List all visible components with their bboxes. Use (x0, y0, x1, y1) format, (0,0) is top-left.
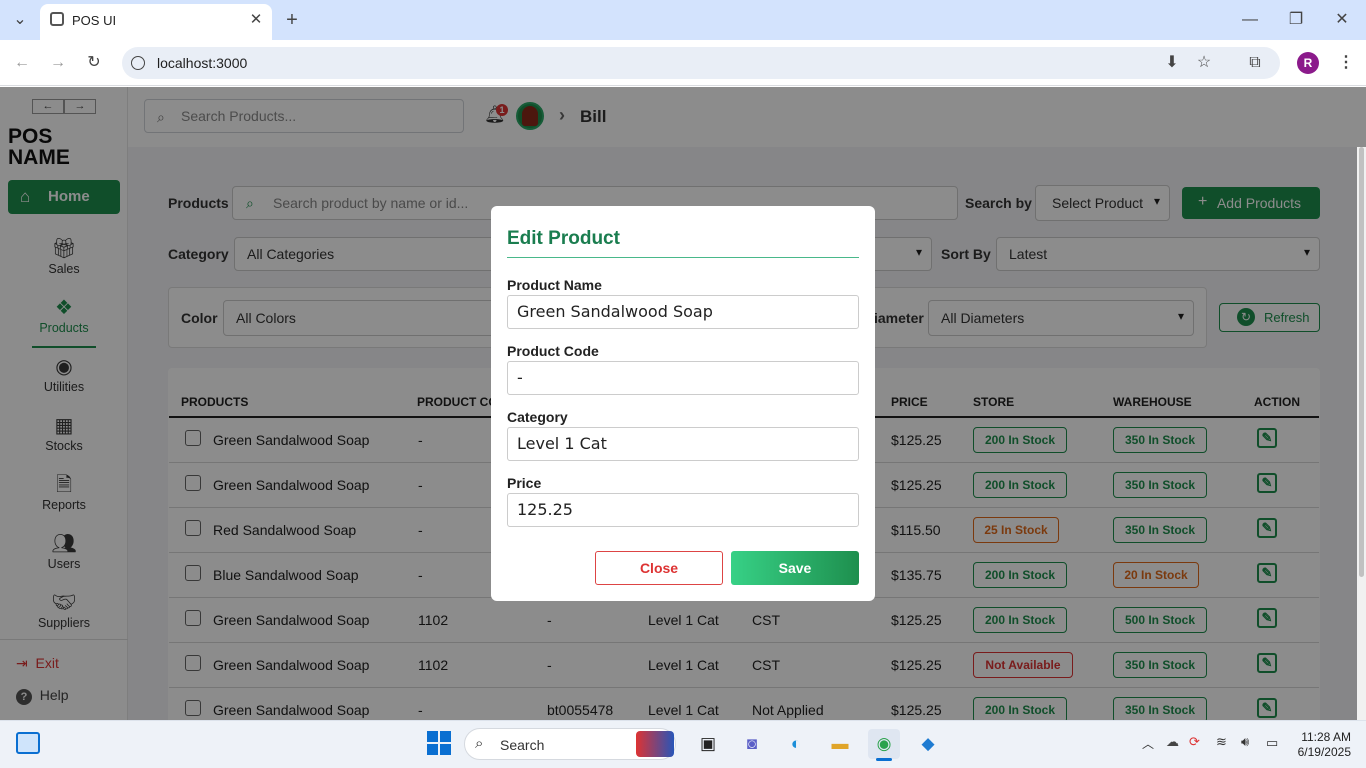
price-input[interactable]: 125.25 (507, 493, 859, 527)
profile-avatar[interactable]: R (1297, 52, 1319, 74)
battery-icon[interactable]: ▭ (1266, 735, 1278, 751)
clock-time: 11:28 AM (1301, 730, 1351, 744)
category-input[interactable]: Level 1 Cat (507, 427, 859, 461)
windows-start-icon[interactable] (427, 731, 451, 755)
modal-title: Edit Product (507, 228, 620, 249)
tab-favicon-icon (50, 12, 64, 26)
install-app-icon[interactable]: ⬇ (1160, 51, 1184, 75)
url-text[interactable]: localhost:3000 (157, 55, 247, 71)
product-name-input[interactable]: Green Sandalwood Soap (507, 295, 859, 329)
product-name-label: Product Name (507, 277, 602, 293)
modal-title-divider (507, 257, 859, 258)
chrome-active-indicator (876, 758, 892, 761)
back-icon[interactable]: ← (10, 51, 34, 75)
scrollbar-thumb[interactable] (1359, 147, 1364, 577)
taskbar-search-icon: ⌕ (475, 735, 484, 752)
widgets-icon[interactable] (16, 732, 40, 754)
tab-search-chevron-icon[interactable]: ⌄ (8, 8, 32, 32)
omnibox[interactable] (122, 47, 1280, 79)
volume-icon[interactable]: 🔊︎ (1241, 734, 1249, 750)
chrome-icon[interactable]: ◉ (868, 729, 900, 759)
search-highlight-icon[interactable] (636, 731, 674, 757)
teams-icon[interactable]: ◙ (736, 729, 768, 759)
clock-date: 6/19/2025 (1297, 745, 1351, 759)
edge-icon[interactable]: ◐ (780, 729, 812, 759)
close-button[interactable]: Close (595, 551, 723, 585)
vscode-icon[interactable]: ◆ (912, 729, 944, 759)
site-info-icon[interactable] (131, 56, 145, 70)
extensions-icon[interactable]: ⧉ (1243, 51, 1267, 75)
edit-product-modal: Edit Product Product Name Green Sandalwo… (491, 206, 875, 601)
product-code-input[interactable]: - (507, 361, 859, 395)
onedrive-icon[interactable]: ☁ (1166, 734, 1179, 750)
windows-taskbar (0, 720, 1366, 768)
task-view-icon[interactable]: ▣ (692, 729, 724, 759)
save-button[interactable]: Save (731, 551, 859, 585)
tab-close-icon[interactable]: ✕ (244, 8, 268, 32)
taskbar-search-label: Search (500, 737, 545, 753)
file-explorer-icon[interactable]: ▬ (824, 729, 856, 759)
product-code-label: Product Code (507, 343, 599, 359)
tab-title: POS UI (72, 13, 117, 28)
window-close-icon[interactable]: ✕ (1330, 8, 1354, 32)
category-label: Category (507, 409, 568, 425)
new-tab-icon[interactable]: + (280, 8, 304, 32)
bookmark-star-icon[interactable]: ☆ (1192, 51, 1216, 75)
taskbar-clock[interactable]: 11:28 AM 6/19/2025 (1296, 730, 1351, 760)
forward-icon[interactable]: → (46, 51, 70, 75)
browser-menu-icon[interactable]: ⋮ (1334, 51, 1358, 75)
price-label: Price (507, 475, 542, 491)
wifi-icon[interactable]: ≋ (1216, 734, 1227, 750)
tray-chevron-icon[interactable]: ︿ (1142, 735, 1154, 752)
minimize-icon[interactable]: — (1238, 8, 1262, 32)
reload-icon[interactable]: ↻ (82, 51, 106, 75)
sync-alert-icon[interactable]: ⟳ (1189, 734, 1200, 750)
maximize-icon[interactable]: ❐ (1284, 8, 1308, 32)
